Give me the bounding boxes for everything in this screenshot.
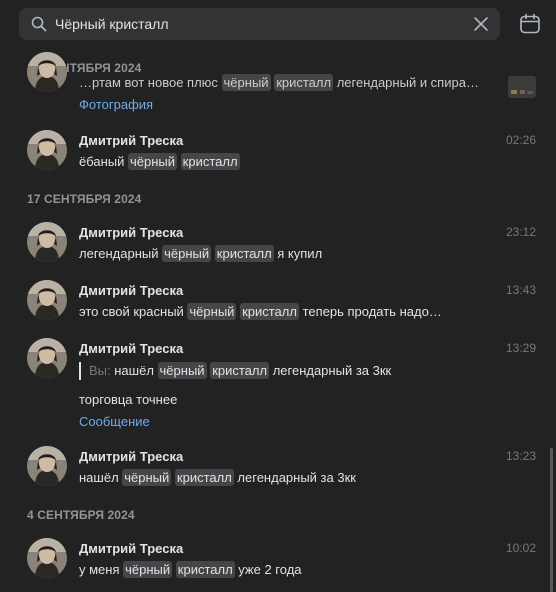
reply-quote[interactable]: Вы: нашёл чёрный кристалл легендарный за… xyxy=(79,362,391,380)
scrollbar-thumb[interactable] xyxy=(550,448,553,592)
message-item[interactable]: Дмитрий Треска 13:29 Вы: нашёл чёрный кр… xyxy=(0,338,548,432)
message-item[interactable]: Дмитрий Треска 10:02 у меня чёрный крист… xyxy=(0,538,548,582)
search-box[interactable] xyxy=(19,8,500,40)
author-name[interactable]: Дмитрий Треска xyxy=(79,133,183,148)
avatar-image xyxy=(27,130,67,170)
message-item[interactable]: …ртам вот новое плюс чёрный кристалл лег… xyxy=(0,52,548,114)
search-icon xyxy=(31,16,47,32)
top-bar xyxy=(0,0,556,48)
message-time: 10:02 xyxy=(505,541,536,555)
message-text: у меня чёрный кристалл уже 2 года xyxy=(79,561,302,578)
avatar[interactable] xyxy=(27,52,67,92)
message-item[interactable]: Дмитрий Треска 23:12 легендарный чёрный … xyxy=(0,222,548,266)
message-item[interactable]: Дмитрий Треска 02:26 ёбаный чёрный крист… xyxy=(0,130,548,174)
calendar-icon[interactable] xyxy=(519,13,541,35)
photo-thumbnail[interactable] xyxy=(508,76,536,98)
message-time: 23:12 xyxy=(505,225,536,239)
close-icon[interactable] xyxy=(472,15,490,33)
message-text: торговца точнее xyxy=(79,392,178,407)
message-time: 02:26 xyxy=(505,133,536,147)
message-text: …ртам вот новое плюс чёрный кристалл лег… xyxy=(79,74,479,91)
message-item[interactable]: Дмитрий Треска 13:43 это свой красный чё… xyxy=(0,280,548,324)
author-name[interactable]: Дмитрий Треска xyxy=(79,449,183,464)
message-text: нашёл чёрный кристалл легендарный за 3кк xyxy=(79,469,356,486)
attachment-link[interactable]: Фотография xyxy=(79,97,153,112)
date-separator: 4 СЕНТЯБРЯ 2024 xyxy=(27,508,135,522)
message-time: 13:23 xyxy=(505,449,536,463)
message-text: это свой красный чёрный кристалл теперь … xyxy=(79,303,442,320)
search-input[interactable] xyxy=(55,8,475,40)
avatar[interactable] xyxy=(27,130,67,170)
avatar-image xyxy=(27,52,67,92)
avatar-image xyxy=(27,280,67,320)
message-time: 13:29 xyxy=(505,341,536,355)
message-time: 13:43 xyxy=(505,283,536,297)
author-name[interactable]: Дмитрий Треска xyxy=(79,541,183,556)
avatar[interactable] xyxy=(27,446,67,486)
message-text: легендарный чёрный кристалл я купил xyxy=(79,245,323,262)
message-text: ёбаный чёрный кристалл xyxy=(79,153,240,170)
avatar[interactable] xyxy=(27,280,67,320)
date-separator: 17 СЕНТЯБРЯ 2024 xyxy=(27,192,142,206)
attachment-link[interactable]: Сообщение xyxy=(79,414,150,429)
message-item[interactable]: Дмитрий Треска 13:23 нашёл чёрный криста… xyxy=(0,446,548,490)
avatar-image xyxy=(27,222,67,262)
search-results: 18 СЕНТЯБРЯ 2024 …ртам вот новое плюс чё… xyxy=(0,48,548,592)
author-name[interactable]: Дмитрий Треска xyxy=(79,341,183,356)
avatar-image xyxy=(27,446,67,486)
avatar[interactable] xyxy=(27,538,67,578)
avatar-image xyxy=(27,538,67,578)
avatar[interactable] xyxy=(27,222,67,262)
avatar-image xyxy=(27,338,67,378)
avatar[interactable] xyxy=(27,338,67,378)
author-name[interactable]: Дмитрий Треска xyxy=(79,283,183,298)
author-name[interactable]: Дмитрий Треска xyxy=(79,225,183,240)
